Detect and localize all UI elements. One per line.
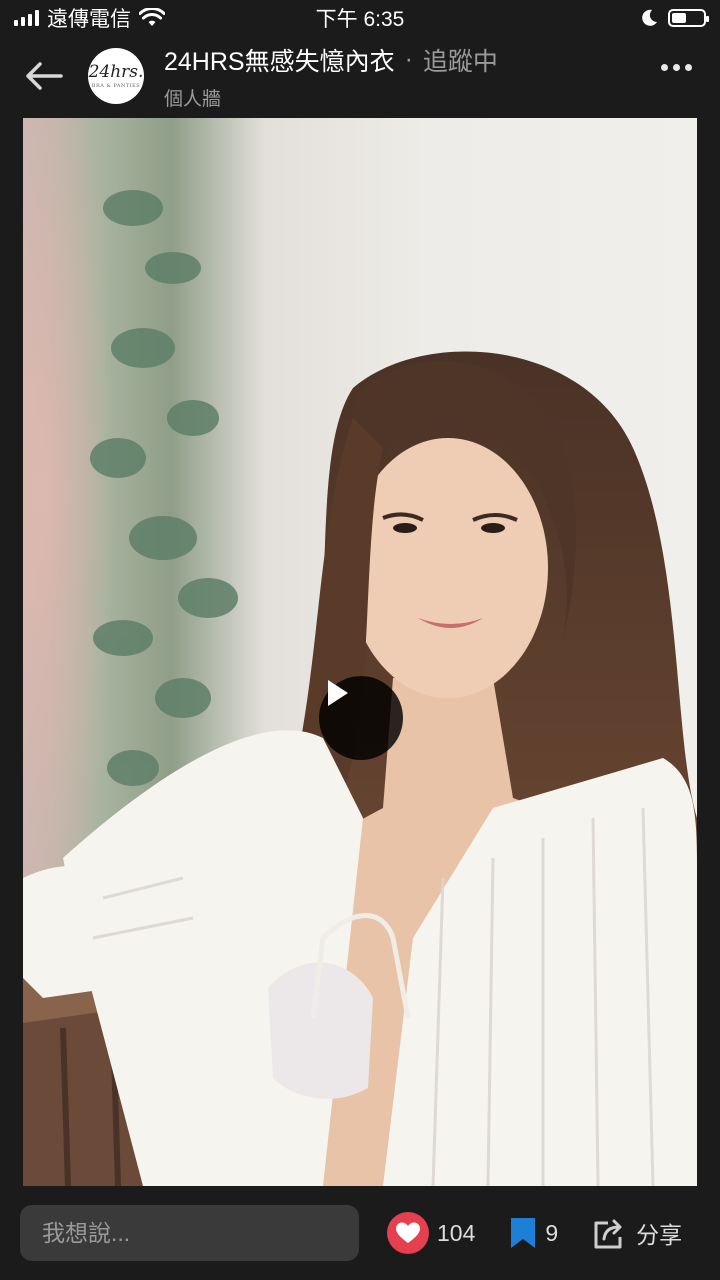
status-bar: 遠傳電信 下午 6:35 bbox=[0, 0, 720, 36]
like-count: 104 bbox=[437, 1219, 476, 1246]
back-arrow-icon bbox=[26, 62, 63, 90]
header-text: 24HRS無感失憶內衣 · 追蹤中 個人牆 bbox=[164, 42, 498, 111]
share-icon bbox=[594, 1219, 622, 1249]
carrier-label: 遠傳電信 bbox=[47, 8, 131, 31]
more-icon[interactable] bbox=[661, 64, 692, 71]
status-right bbox=[640, 9, 709, 27]
bookmark-icon bbox=[511, 1218, 536, 1248]
follow-status-button[interactable]: 追蹤中 bbox=[423, 42, 498, 78]
post-header: 24hrs. BRA & PANTIES 24HRS無感失憶內衣 · 追蹤中 個… bbox=[0, 36, 720, 116]
bottom-action-bar: 104 9 分享 bbox=[0, 1186, 720, 1280]
bookmark-count: 9 bbox=[545, 1219, 559, 1246]
share-button[interactable]: 分享 bbox=[592, 1216, 682, 1250]
share-label: 分享 bbox=[636, 1222, 683, 1248]
comment-input[interactable] bbox=[20, 1205, 359, 1261]
avatar[interactable]: 24hrs. BRA & PANTIES bbox=[88, 48, 144, 104]
battery-level bbox=[672, 13, 686, 23]
wifi-icon bbox=[139, 8, 165, 26]
post-subtitle: 個人牆 bbox=[164, 88, 222, 110]
title-row: 24HRS無感失憶內衣 · 追蹤中 bbox=[164, 42, 498, 78]
heart-icon bbox=[396, 1222, 420, 1243]
play-icon bbox=[328, 680, 348, 706]
battery-icon bbox=[668, 9, 709, 27]
avatar-logo-text: 24hrs. bbox=[88, 61, 144, 82]
play-button[interactable] bbox=[319, 676, 403, 760]
video-frame-image bbox=[23, 118, 697, 1186]
like-badge bbox=[387, 1212, 429, 1254]
video-player[interactable] bbox=[23, 118, 697, 1186]
status-left: 遠傳電信 bbox=[14, 3, 165, 33]
back-button[interactable] bbox=[22, 54, 66, 98]
moon-icon bbox=[642, 9, 657, 26]
account-name[interactable]: 24HRS無感失憶內衣 bbox=[164, 42, 395, 78]
bookmark-button[interactable]: 9 bbox=[509, 1216, 558, 1250]
signal-icon bbox=[14, 10, 39, 26]
like-button[interactable]: 104 bbox=[387, 1212, 475, 1254]
title-separator: · bbox=[404, 45, 413, 73]
avatar-logo-subtext: BRA & PANTIES bbox=[91, 82, 141, 89]
